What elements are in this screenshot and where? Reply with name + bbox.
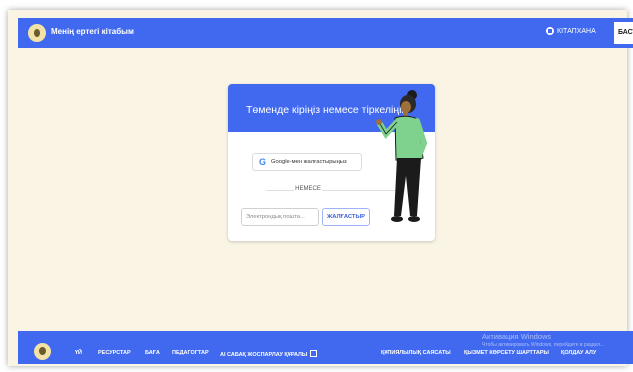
email-input[interactable] (241, 208, 319, 226)
library-link[interactable]: КІТАПХАНА (546, 27, 596, 35)
footer-link-home[interactable]: ҮЙ (75, 350, 82, 356)
external-link-icon (310, 350, 318, 357)
google-signin-button[interactable]: G Google-мен жалғастырыңыз (252, 153, 362, 171)
owl-logo-icon[interactable] (28, 24, 46, 42)
app-title[interactable]: Менің ертегі кітабым (51, 27, 134, 36)
footer-link-pricing[interactable]: БАҒА (145, 350, 160, 356)
footer-bar: ҮЙ РЕСУРСТАР БАҒА ПЕДАГОГТАР AI САБАҚ ЖО… (18, 331, 633, 364)
windows-activation-subtitle: Чтобы активировать Windows, перейдите в … (482, 342, 605, 348)
footer-link-privacy[interactable]: ҚҰПИЯЛЫЛЫҚ САЯСАТЫ (381, 350, 451, 356)
or-text: НЕМЕСЕ (294, 186, 322, 192)
footer-link-terms[interactable]: ҚЫЗМЕТ КӨРСЕТУ ШАРТТАРЫ (464, 350, 549, 356)
woman-illustration (376, 90, 428, 222)
start-button[interactable]: БАСТА (614, 22, 633, 44)
book-icon (546, 27, 554, 35)
ai-lesson-planner-label: AI САБАҚ ЖОСПАРЛАУ ҚҰРАЛЫ (220, 352, 308, 358)
windows-activation-title: Активация Windows (482, 332, 552, 341)
footer-link-resources[interactable]: РЕСУРСТАР (98, 350, 131, 356)
footer-link-ai-lesson-planner[interactable]: AI САБАҚ ЖОСПАРЛАУ ҚҰРАЛЫ (220, 350, 318, 358)
library-label: КІТАПХАНА (557, 27, 596, 35)
top-nav-bar: Менің ертегі кітабым КІТАПХАНА БАСТА (18, 18, 633, 48)
continue-button[interactable]: ЖАЛҒАСТЫР (322, 208, 370, 226)
footer-link-educators[interactable]: ПЕДАГОГТАР (172, 350, 209, 356)
google-g-icon: G (259, 156, 267, 167)
owl-footer-logo-icon[interactable] (34, 343, 51, 360)
google-signin-label: Google-мен жалғастырыңыз (271, 159, 347, 165)
footer-link-support[interactable]: ҚОЛДАУ АЛУ (561, 350, 596, 356)
